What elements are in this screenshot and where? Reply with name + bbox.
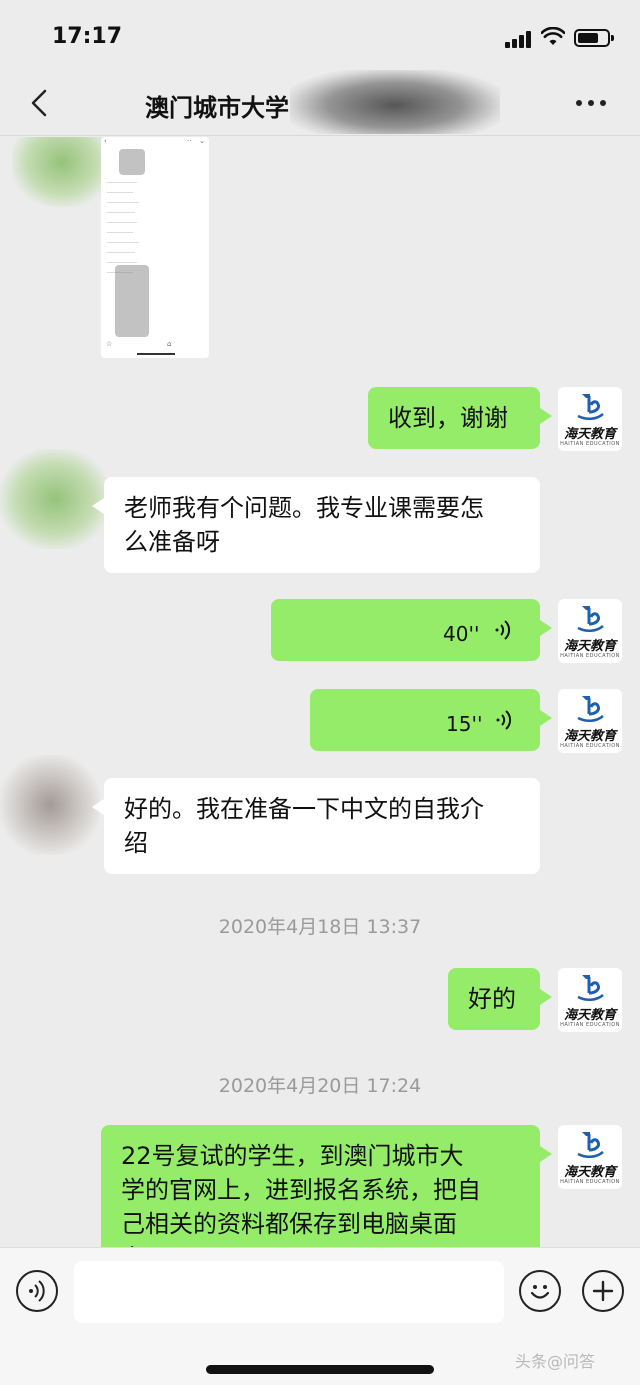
timestamp: 2020年4月18日 13:37 [218,916,422,938]
brand-sub: HAITIAN EDUCATION [560,743,620,749]
user-avatar[interactable]: 海天教育 HAITIAN EDUCATION [558,387,622,451]
haitian-logo-icon [577,1132,604,1158]
message-text: 好的 [468,985,516,1013]
chat-header: 澳门城市大学 [0,70,640,136]
timestamp: 2020年4月20日 17:24 [218,1075,422,1097]
incoming-message[interactable]: 老师我有个问题。我专业课需要怎 么准备呀 [92,477,540,573]
message-text-line: 22号复试的学生，到澳门城市大 [121,1142,464,1170]
message-text-line: 老师我有个问题。我专业课需要怎 [124,494,484,522]
haitian-logo-icon [577,696,604,722]
contact-avatar[interactable] [12,137,112,207]
outgoing-message[interactable]: 22号复试的学生，到澳门城市大 学的官网上，进到报名系统，把自 己相关的资料都保… [101,1125,552,1247]
haitian-logo-icon [577,975,604,1001]
message-text-line: 学的官网上，进到报名系统，把自 [121,1176,481,1204]
voice-message[interactable]: 40'' [271,599,552,661]
user-avatar[interactable]: 海天教育 HAITIAN EDUCATION [558,689,622,753]
brand-name: 海天教育 [563,427,616,442]
watermark: 头条@问答 [515,1352,596,1371]
message-text-line: 己相关的资料都保存到电脑桌面 [121,1210,457,1238]
user-avatar[interactable]: 海天教育 HAITIAN EDUCATION [558,599,622,663]
input-bar: 头条@问答 [0,1247,640,1385]
status-bar: 17:17 [0,0,640,70]
brand-sub: HAITIAN EDUCATION [560,1022,620,1028]
haitian-logo-icon [577,394,604,420]
emoji-button[interactable] [519,1270,561,1312]
message-text-line: 好的。我在准备一下中文的自我介 [124,795,484,823]
message-text-line: 绍 [124,829,148,857]
plus-icon [592,1280,614,1302]
more-icon[interactable] [576,100,606,108]
back-icon[interactable] [28,88,52,118]
brand-name: 海天教育 [563,639,616,654]
outgoing-message[interactable]: 好的 [448,968,552,1030]
message-input[interactable] [74,1261,504,1323]
user-avatar[interactable]: 海天教育 HAITIAN EDUCATION [558,968,622,1032]
image-message[interactable]: ‹ ·· ⌄ ☆ ⌂ [101,137,209,358]
wifi-icon [541,27,565,45]
message-list[interactable]: ‹ ·· ⌄ ☆ ⌂ 收到，谢谢 海天教育 HAITIAN EDUCATION [0,137,640,1247]
voice-duration: 15'' [446,712,483,736]
brand-name: 海天教育 [563,1165,616,1180]
voice-message[interactable]: 15'' [310,689,552,751]
voice-icon [495,620,511,640]
contact-avatar[interactable] [0,755,100,855]
redacted-title-scribble [290,70,500,134]
signal-icon [505,30,533,48]
voice-toggle-icon [29,1280,45,1302]
outgoing-message[interactable]: 收到，谢谢 [368,387,552,449]
brand-sub: HAITIAN EDUCATION [560,441,620,447]
brand-name: 海天教育 [563,1008,616,1023]
user-avatar[interactable]: 海天教育 HAITIAN EDUCATION [558,1125,622,1189]
brand-name: 海天教育 [563,729,616,744]
message-text: 收到，谢谢 [388,404,508,432]
voice-duration: 40'' [443,622,480,646]
voice-icon [496,710,512,730]
emoji-icon [530,1285,550,1299]
haitian-logo-icon [577,606,604,632]
brand-sub: HAITIAN EDUCATION [560,653,620,659]
brand-sub: HAITIAN EDUCATION [560,1179,620,1185]
voice-input-button[interactable] [16,1270,58,1312]
status-time: 17:17 [52,24,123,49]
message-text-line: 么准备呀 [124,528,220,556]
battery-icon [574,29,614,47]
more-actions-button[interactable] [582,1270,624,1312]
incoming-message[interactable]: 好的。我在准备一下中文的自我介 绍 [92,778,540,874]
home-indicator [206,1365,434,1374]
